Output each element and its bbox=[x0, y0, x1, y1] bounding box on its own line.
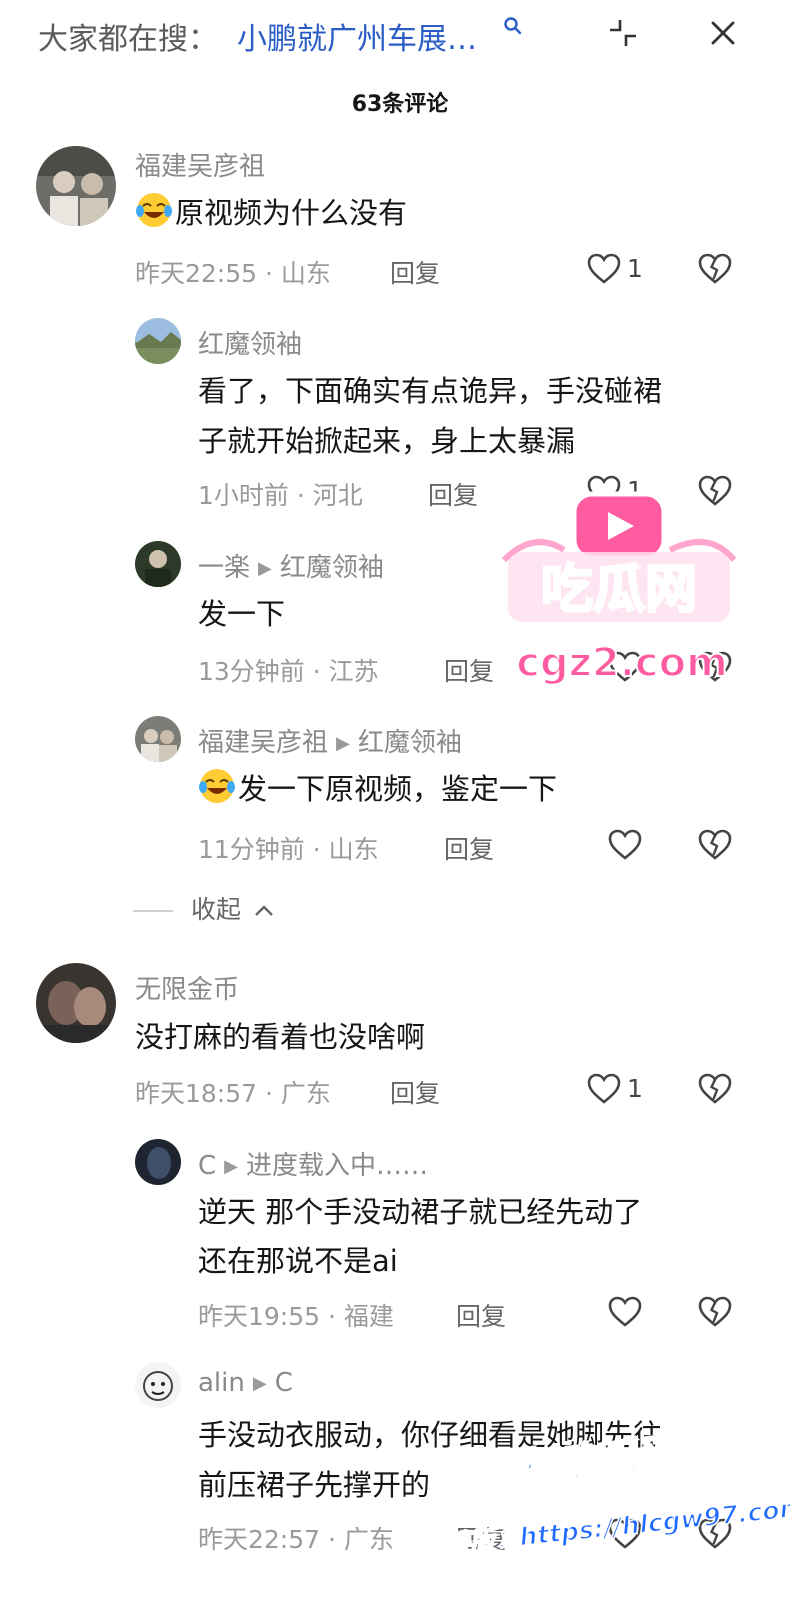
like-heart-icon[interactable] bbox=[586, 251, 622, 287]
laughing-crying-emoji-icon bbox=[136, 193, 172, 227]
dislike-broken-heart-icon[interactable] bbox=[697, 827, 733, 863]
collapse-replies-button[interactable]: 收起 bbox=[133, 890, 275, 926]
avatar[interactable] bbox=[135, 318, 181, 364]
comment-username[interactable]: 福建吴彦祖 bbox=[135, 146, 265, 183]
reply-button[interactable]: 回复 bbox=[390, 254, 440, 290]
close-icon[interactable] bbox=[708, 18, 738, 48]
reply-text: 发一下 bbox=[198, 597, 286, 631]
reply-text-line: 子就开始掀起来，身上太暴漏 bbox=[198, 424, 576, 458]
reply-button[interactable]: 回复 bbox=[444, 652, 494, 688]
search-suggestion-link[interactable]: 小鹏就广州车展… bbox=[237, 14, 477, 58]
comment-count-title: 63条评论 bbox=[351, 92, 449, 117]
watermark-url-text: 看完整版：https://hlcgw97.com bbox=[394, 1493, 790, 1560]
reply-button[interactable]: 回复 bbox=[456, 1297, 506, 1333]
reply-time-location: 昨天22:57 · 广东 bbox=[198, 1525, 394, 1554]
like-heart-icon[interactable] bbox=[607, 1294, 643, 1330]
reply-username-line: alin ▶ C bbox=[198, 1368, 293, 1398]
comment-text-content: 原视频为什么没有 bbox=[175, 196, 408, 230]
avatar[interactable] bbox=[36, 963, 116, 1043]
reply-time-location: 13分钟前 · 江苏 bbox=[198, 657, 379, 686]
reply-time-location: 11分钟前 · 山东 bbox=[198, 835, 379, 864]
watermark-logo-url: cgz2.com bbox=[516, 640, 728, 686]
like-heart-icon[interactable] bbox=[607, 827, 643, 863]
laughing-crying-emoji-icon bbox=[199, 769, 235, 803]
reply-arrow-icon: ▶ bbox=[252, 1373, 267, 1394]
reply-username-line: 一楽 ▶ 红魔领袖 bbox=[198, 547, 384, 584]
comment-username[interactable]: 无限金币 bbox=[135, 969, 239, 1006]
chevron-up-icon bbox=[255, 905, 273, 916]
comment-time-location: 昨天22:55 · 山东 bbox=[135, 259, 331, 288]
avatar[interactable] bbox=[135, 541, 181, 587]
watermark-logo-text: 吃瓜网 bbox=[541, 560, 697, 620]
dislike-broken-heart-icon[interactable] bbox=[697, 1294, 733, 1330]
like-count: 1 bbox=[627, 254, 643, 283]
reply-text-line: 看了，下面确实有点诡异，手没碰裙 bbox=[198, 374, 663, 408]
reply-time-location: 昨天19:55 · 福建 bbox=[198, 1302, 394, 1331]
reply-username-line: 福建吴彦祖 ▶ 红魔领袖 bbox=[198, 722, 462, 759]
reply-target-username[interactable]: 红魔领袖 bbox=[358, 728, 462, 758]
search-prefix: 大家都在搜： bbox=[38, 22, 218, 57]
avatar[interactable] bbox=[135, 1362, 181, 1408]
reply-arrow-icon: ▶ bbox=[336, 733, 350, 754]
reply-arrow-icon: ▶ bbox=[258, 558, 272, 579]
reply-text-content: 发一下原视频，鉴定一下 bbox=[238, 772, 558, 806]
dislike-broken-heart-icon[interactable] bbox=[697, 1071, 733, 1107]
minimize-icon[interactable] bbox=[606, 16, 640, 50]
reply-username-line: C ▶ 进度载入中…… bbox=[198, 1145, 428, 1182]
reply-username[interactable]: 一楽 bbox=[198, 553, 250, 583]
reply-button[interactable]: 回复 bbox=[428, 476, 478, 512]
watermark-bottom: 黑料吃瓜网 看完整版：https://hlcgw97.com bbox=[393, 1428, 790, 1560]
reply-username[interactable]: 红魔领袖 bbox=[198, 324, 302, 361]
reply-text: 发一下原视频，鉴定一下 bbox=[198, 766, 557, 812]
search-icon[interactable] bbox=[503, 16, 523, 36]
reply-text-line: 还在那说不是ai bbox=[198, 1244, 398, 1278]
comment-time-location: 昨天18:57 · 广东 bbox=[135, 1079, 331, 1108]
like-heart-icon[interactable] bbox=[586, 1071, 622, 1107]
avatar[interactable] bbox=[135, 1139, 181, 1185]
watermark-brand-text: 黑料吃瓜网 bbox=[475, 1429, 685, 1496]
dislike-broken-heart-icon[interactable] bbox=[697, 251, 733, 287]
reply-arrow-icon: ▶ bbox=[224, 1156, 238, 1177]
reply-text-line: 逆天 那个手没动裙子就已经先动了 bbox=[198, 1195, 643, 1229]
reply-target-username[interactable]: C bbox=[275, 1368, 293, 1398]
divider bbox=[133, 910, 173, 912]
collapse-label: 收起 bbox=[191, 895, 242, 924]
avatar[interactable] bbox=[36, 146, 116, 226]
reply-time-location: 1小时前 · 河北 bbox=[198, 481, 363, 510]
comment-text: 原视频为什么没有 bbox=[135, 190, 407, 236]
reply-button[interactable]: 回复 bbox=[444, 830, 494, 866]
reply-target-username[interactable]: 红魔领袖 bbox=[280, 553, 384, 583]
like-count: 1 bbox=[627, 1074, 643, 1103]
reply-username[interactable]: alin bbox=[198, 1368, 245, 1398]
watermark-logo: 吃瓜网 cgz2.com bbox=[501, 491, 737, 687]
comment-text: 没打麻的看着也没啥啊 bbox=[135, 1020, 426, 1054]
avatar[interactable] bbox=[135, 716, 181, 762]
reply-username[interactable]: 福建吴彦祖 bbox=[198, 728, 328, 758]
reply-button[interactable]: 回复 bbox=[390, 1074, 440, 1110]
reply-target-username[interactable]: 进度载入中…… bbox=[246, 1151, 428, 1181]
reply-username[interactable]: C bbox=[198, 1151, 216, 1181]
